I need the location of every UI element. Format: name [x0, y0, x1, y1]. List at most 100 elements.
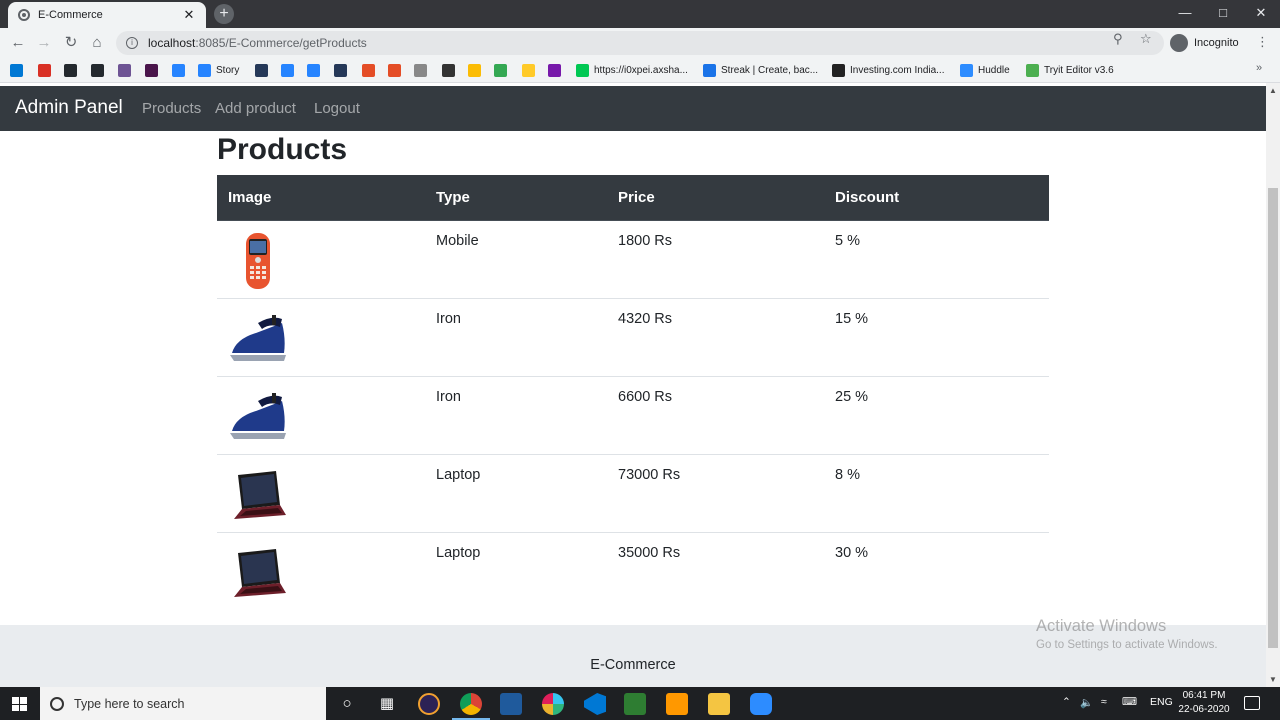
bookmark-item[interactable]: Streak | Create, bac... [703, 63, 818, 77]
bookmark-favicon-icon [118, 63, 131, 77]
bookmark-label: Streak | Create, bac... [721, 64, 819, 76]
clock[interactable]: 06:41 PM 22-06-2020 [1170, 689, 1238, 717]
bookmark-item[interactable] [10, 63, 28, 77]
bookmark-item[interactable]: Huddle [960, 63, 1010, 77]
volume-icon[interactable]: 🔈 [1080, 696, 1093, 709]
notifications-icon[interactable] [1244, 696, 1260, 710]
nav-link-add-product[interactable]: Add product [215, 100, 296, 117]
keyboard-icon[interactable]: ⌨ [1122, 696, 1137, 708]
bookmark-favicon-icon [64, 63, 77, 77]
zoom-app-icon[interactable] [750, 693, 772, 715]
bookmark-item[interactable] [494, 63, 512, 77]
eclipse-icon[interactable] [418, 693, 440, 715]
navbar-brand[interactable]: Admin Panel [15, 97, 123, 119]
bookmark-item[interactable] [64, 63, 82, 77]
bookmark-favicon-icon [172, 63, 185, 77]
bookmark-item[interactable] [255, 63, 273, 77]
start-button[interactable] [0, 687, 40, 720]
nav-link-products[interactable]: Products [142, 100, 201, 117]
close-tab-icon[interactable]: ✕ [182, 7, 196, 23]
incognito-indicator[interactable]: Incognito [1170, 32, 1239, 54]
bookmark-label: Story [216, 64, 240, 76]
cell-discount: 15 % [824, 297, 1049, 376]
zoom-icon[interactable]: ⚲ [1113, 31, 1123, 47]
bookmark-item[interactable] [414, 63, 432, 77]
vertical-scrollbar[interactable]: ▲ ▼ [1266, 83, 1280, 687]
menu-icon[interactable]: ⋮ [1256, 34, 1269, 50]
back-arrow-icon[interactable]: ← [8, 33, 28, 53]
column-header-price: Price [607, 175, 824, 221]
bookmark-favicon-icon [10, 63, 23, 77]
cell-price: 6600 Rs [607, 375, 824, 454]
close-window-icon[interactable]: ✕ [1242, 0, 1280, 28]
bookmark-label: Tryit Editor v3.6 [1044, 64, 1114, 76]
bookmark-favicon-icon [468, 63, 481, 77]
browser-tab[interactable]: E-Commerce ✕ [8, 2, 206, 28]
bookmark-item[interactable] [334, 63, 352, 77]
scroll-down-arrow-icon[interactable]: ▼ [1269, 675, 1277, 684]
bookmark-item[interactable] [442, 63, 460, 77]
cell-price: 73000 Rs [607, 453, 824, 532]
bookmark-item[interactable] [388, 63, 406, 77]
sublime-text-icon[interactable] [666, 693, 688, 715]
column-header-discount: Discount [824, 175, 1049, 221]
bookmark-label: https://i0xpei.axsha... [594, 64, 688, 76]
task-view-icon[interactable]: ▦ [376, 693, 398, 715]
taskbar-search[interactable]: Type here to search [40, 687, 326, 720]
tray-chevron-icon[interactable]: ⌃ [1062, 696, 1071, 708]
cell-type: Laptop [425, 453, 607, 532]
bookmark-item[interactable] [172, 63, 190, 77]
bookmark-item[interactable] [307, 63, 325, 77]
minimize-icon[interactable]: — [1166, 0, 1204, 28]
bookmark-label: Investing.com India... [850, 64, 945, 76]
bookmark-favicon-icon [522, 63, 535, 77]
bookmark-label: Huddle [978, 64, 1010, 76]
mysql-workbench-icon[interactable] [500, 693, 522, 715]
vscode-icon[interactable] [584, 693, 606, 715]
bookmark-item[interactable] [362, 63, 380, 77]
scrollbar-thumb[interactable] [1268, 188, 1278, 648]
scroll-up-arrow-icon[interactable]: ▲ [1269, 86, 1277, 95]
product-image-iron [228, 387, 288, 447]
bookmark-item[interactable] [118, 63, 136, 77]
cortana-icon[interactable]: ○ [336, 693, 358, 715]
slack-icon[interactable] [542, 693, 564, 715]
bookmark-item[interactable] [522, 63, 540, 77]
bookmarks-overflow-icon[interactable]: » [1256, 62, 1262, 74]
bookmark-item[interactable]: Investing.com India... [832, 63, 945, 77]
address-bar[interactable]: i localhost:8085/E-Commerce/getProducts [116, 31, 1164, 55]
bookmark-item[interactable] [548, 63, 566, 77]
file-explorer-icon[interactable] [708, 693, 730, 715]
forward-arrow-icon[interactable]: → [34, 33, 54, 53]
new-tab-button[interactable]: + [214, 4, 234, 24]
cell-image [217, 220, 425, 298]
bookmark-item[interactable] [468, 63, 486, 77]
home-icon[interactable]: ⌂ [87, 33, 107, 53]
cell-discount: 30 % [824, 531, 1049, 610]
bookmark-item[interactable] [281, 63, 299, 77]
bookmark-item[interactable]: Story [198, 63, 239, 77]
star-icon[interactable]: ☆ [1140, 31, 1152, 47]
bookmark-favicon-icon [362, 63, 375, 77]
cell-price: 1800 Rs [618, 232, 673, 249]
bookmark-favicon-icon [145, 63, 158, 77]
bookmark-favicon-icon [548, 63, 561, 77]
chrome-icon[interactable] [460, 693, 482, 715]
bookmark-item[interactable] [145, 63, 163, 77]
bookmark-item[interactable] [91, 63, 109, 77]
reload-icon[interactable]: ↻ [61, 33, 81, 53]
bookmark-item[interactable] [38, 63, 56, 77]
wifi-icon[interactable]: ≈ [1101, 696, 1107, 708]
cell-price: 4320 Rs [607, 297, 824, 376]
table-row: Iron 6600 Rs 25 % [217, 375, 1049, 454]
bookmark-item[interactable]: https://i0xpei.axsha... [576, 63, 688, 77]
bookmark-item[interactable]: Tryit Editor v3.6 [1026, 63, 1114, 77]
product-image-iron [228, 309, 288, 369]
maximize-icon[interactable]: □ [1204, 0, 1242, 28]
nav-link-logout[interactable]: Logout [314, 100, 360, 117]
bookmark-favicon-icon [832, 63, 845, 77]
info-icon[interactable]: i [126, 37, 138, 49]
notepad-plus-icon[interactable] [624, 693, 646, 715]
tab-title: E-Commerce [38, 9, 103, 21]
globe-icon [18, 9, 30, 21]
